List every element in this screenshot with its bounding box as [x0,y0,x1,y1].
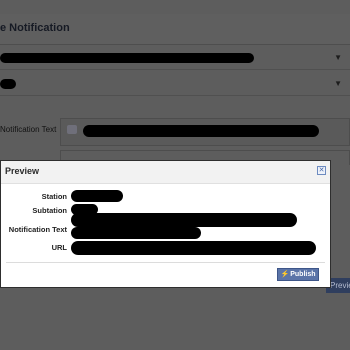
notification-text-label: Notification Text [0,125,57,134]
divider [0,69,350,70]
redacted-value [0,53,254,63]
redacted-value [83,125,319,137]
preview-modal: Preview ✕ Station Subtation Notification… [0,160,331,288]
notification-text-label: Notification Text [8,225,67,234]
publish-button[interactable]: ⚡Publish [277,268,319,281]
station-label: Station [41,192,67,201]
divider [0,95,350,96]
subtation-label: Subtation [32,206,67,215]
dropdown-field-2[interactable]: ▼ [0,74,350,96]
modal-title: Preview [5,166,40,176]
publish-label: Publish [290,271,316,278]
text-icon [67,125,77,134]
divider [6,262,325,263]
chevron-down-icon: ▼ [334,53,342,62]
notification-text-value [71,213,297,227]
page-title: e Notification [0,22,70,34]
chevron-down-icon: ▼ [334,79,342,88]
station-value [71,190,123,202]
lightning-icon: ⚡ [280,271,290,278]
url-value [71,241,316,255]
page-header: e Notification [0,14,350,45]
notification-text-input[interactable] [60,118,350,146]
dropdown-field-1[interactable]: ▼ [0,48,350,70]
notification-text-value-line2 [71,227,201,239]
redacted-value [0,79,16,89]
modal-header: Preview ✕ [1,161,330,184]
url-label: URL [51,243,67,252]
close-icon[interactable]: ✕ [317,166,326,175]
